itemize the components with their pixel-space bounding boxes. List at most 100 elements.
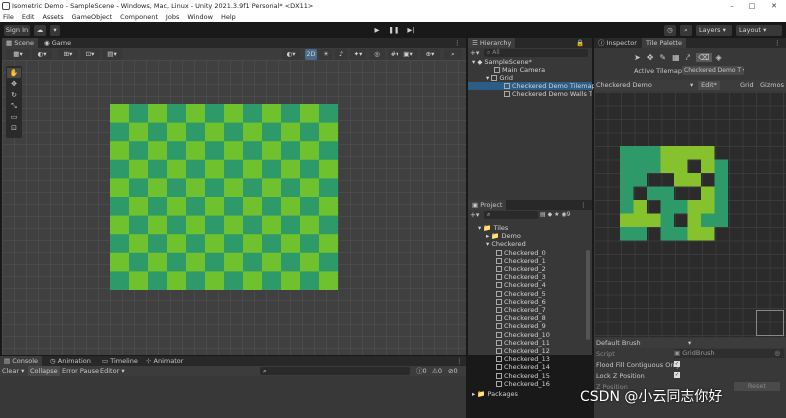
palette-tile[interactable] — [633, 146, 648, 160]
move-tool-icon[interactable]: ✥ — [7, 79, 21, 89]
tab-project[interactable]: ▣ Project — [468, 200, 507, 210]
project-search-input[interactable]: ⌕ — [484, 211, 538, 219]
palette-tile[interactable] — [701, 227, 715, 241]
palette-grid[interactable] — [594, 92, 786, 337]
eraser-tool-icon[interactable]: ⌫ — [696, 53, 712, 62]
palette-tile[interactable] — [701, 200, 715, 214]
palette-tile[interactable] — [647, 186, 661, 201]
scale-tool-icon[interactable]: ⤡ — [7, 101, 21, 111]
project-item[interactable]: Checkered_6 — [496, 298, 580, 306]
tab-animator[interactable]: ⊹ Animator — [142, 356, 187, 366]
palette-tile[interactable] — [633, 227, 648, 241]
project-scrollbar[interactable] — [586, 250, 590, 340]
project-menu-icon[interactable]: ⋮ — [576, 200, 591, 210]
rotate-tool-icon[interactable]: ↻ — [7, 90, 21, 100]
palette-tile[interactable] — [660, 159, 675, 174]
hidden-objects-icon[interactable]: ◎ — [369, 49, 385, 60]
grid-toggle[interactable]: Grid — [740, 81, 756, 90]
menu-edit[interactable]: Edit — [22, 13, 35, 21]
project-item[interactable]: Checkered_4 — [496, 281, 580, 289]
project-item[interactable]: Checkered_3 — [496, 273, 580, 281]
global-icon[interactable]: ⊡▾ — [80, 49, 100, 60]
transform-tool-icon[interactable]: ⊡ — [7, 123, 21, 133]
tab-timeline[interactable]: ▭ Timeline — [98, 356, 142, 366]
picker-tool-icon[interactable]: ⤤ — [686, 53, 691, 62]
palette-menu-icon[interactable]: ⋮ — [770, 38, 785, 48]
mode-2d-toggle[interactable]: 2D — [305, 49, 317, 60]
project-item[interactable]: ▾ Checkered — [486, 240, 580, 248]
project-item[interactable]: Checkered_14 — [496, 363, 580, 371]
palette-tile[interactable] — [674, 146, 688, 160]
project-item[interactable]: Checkered_16 — [496, 380, 580, 388]
pause-icon[interactable]: ❚❚ — [387, 25, 401, 36]
menu-gameobject[interactable]: GameObject — [72, 13, 113, 21]
editor-dropdown[interactable]: Editor ▾ — [100, 366, 125, 376]
error-toggle[interactable]: ⊘0 — [448, 366, 458, 376]
console-menu-icon[interactable]: ⋮ — [452, 356, 467, 366]
project-item[interactable]: Checkered_15 — [496, 372, 580, 380]
lock-z-checkbox[interactable]: ✓ — [674, 372, 680, 378]
project-item[interactable]: Checkered_10 — [496, 331, 580, 339]
project-filters[interactable]: ▤ ◆ ★ ◉9 — [540, 211, 590, 219]
project-item[interactable]: Checkered_12 — [496, 347, 580, 355]
scene-viewport[interactable] — [2, 60, 466, 355]
camera-icon[interactable]: ▣▾ — [398, 49, 418, 60]
palette-tile[interactable] — [714, 200, 729, 214]
clear-button[interactable]: Clear ▾ — [2, 366, 24, 376]
view-tool-icon[interactable]: ▦▾ — [6, 49, 30, 60]
palette-tile[interactable] — [620, 173, 634, 187]
project-item[interactable]: ▾ 📁 Tiles — [478, 224, 580, 232]
hierarchy-add-button[interactable]: +▾ — [470, 49, 480, 57]
play-icon[interactable]: ▶ — [370, 25, 384, 36]
menu-window[interactable]: Window — [187, 13, 213, 21]
hierarchy-item-scene[interactable]: ▾ ◆ SampleScene* — [472, 58, 590, 66]
palette-tile[interactable] — [633, 159, 648, 174]
palette-tile[interactable] — [687, 213, 702, 228]
gizmos-icon[interactable]: ⊕▾ — [420, 49, 440, 60]
project-item[interactable]: Checkered_11 — [496, 339, 580, 347]
collab-icon[interactable]: ▾ — [50, 25, 60, 36]
lighting-icon[interactable]: ☀ — [320, 49, 332, 60]
snap-icon[interactable]: ▤▾ — [102, 49, 122, 60]
reset-button[interactable]: Reset — [734, 382, 780, 391]
fill-tool-icon[interactable]: ◈ — [716, 53, 722, 62]
scene-menu-icon[interactable]: ⋮ — [450, 38, 465, 48]
palette-tile[interactable] — [714, 213, 729, 228]
project-item[interactable]: Checkered_1 — [496, 257, 580, 265]
gizmos-toggle[interactable]: Gizmos — [760, 81, 784, 90]
edit-palette-button[interactable]: Edit* — [698, 81, 720, 90]
tab-game[interactable]: ◉ Game — [40, 38, 75, 48]
palette-tile[interactable] — [620, 159, 634, 174]
hierarchy-item-walls-tilemap[interactable]: Checkered Demo Walls Til — [504, 90, 592, 98]
step-icon[interactable]: ▶| — [404, 25, 418, 36]
palette-tile[interactable] — [687, 146, 702, 160]
history-icon[interactable]: ◷ — [664, 25, 676, 36]
project-item[interactable]: ▸ 📁 Demo — [486, 232, 580, 240]
pivot-icon[interactable]: ⊞▾ — [58, 49, 78, 60]
search-icon[interactable]: ⌕ — [680, 25, 692, 36]
close-icon[interactable]: ✕ — [764, 0, 784, 12]
project-item[interactable]: Checkered_9 — [496, 322, 580, 330]
select-tool-icon[interactable]: ➤ — [634, 53, 641, 62]
hierarchy-search-input[interactable]: ⌕ All — [484, 49, 588, 57]
project-item[interactable]: Checkered_0 — [496, 249, 580, 257]
info-toggle[interactable]: ⓘ0 — [416, 366, 427, 376]
menu-file[interactable]: File — [3, 13, 14, 21]
project-item[interactable]: Checkered_7 — [496, 306, 580, 314]
palette-tile[interactable] — [660, 227, 675, 241]
palette-tile[interactable] — [647, 146, 661, 160]
hierarchy-item-checkered-tilemap[interactable]: Checkered Demo Tilemap — [468, 82, 596, 90]
hand-tool-icon[interactable]: ✋ — [7, 68, 21, 78]
palette-tile[interactable] — [633, 200, 648, 214]
tab-animation[interactable]: ◷ Animation — [46, 356, 95, 366]
palette-tile[interactable] — [660, 213, 675, 228]
palette-tile[interactable] — [620, 146, 634, 160]
menu-assets[interactable]: Assets — [42, 13, 63, 21]
palette-tile[interactable] — [714, 186, 729, 201]
palette-tile[interactable] — [660, 186, 675, 201]
brush-dropdown[interactable]: Default Brush ▾ — [594, 338, 786, 348]
minimize-icon[interactable]: – — [722, 0, 742, 12]
project-add-button[interactable]: +▾ — [470, 211, 480, 219]
palette-tile[interactable] — [647, 213, 661, 228]
warning-toggle[interactable]: ⚠0 — [432, 366, 442, 376]
